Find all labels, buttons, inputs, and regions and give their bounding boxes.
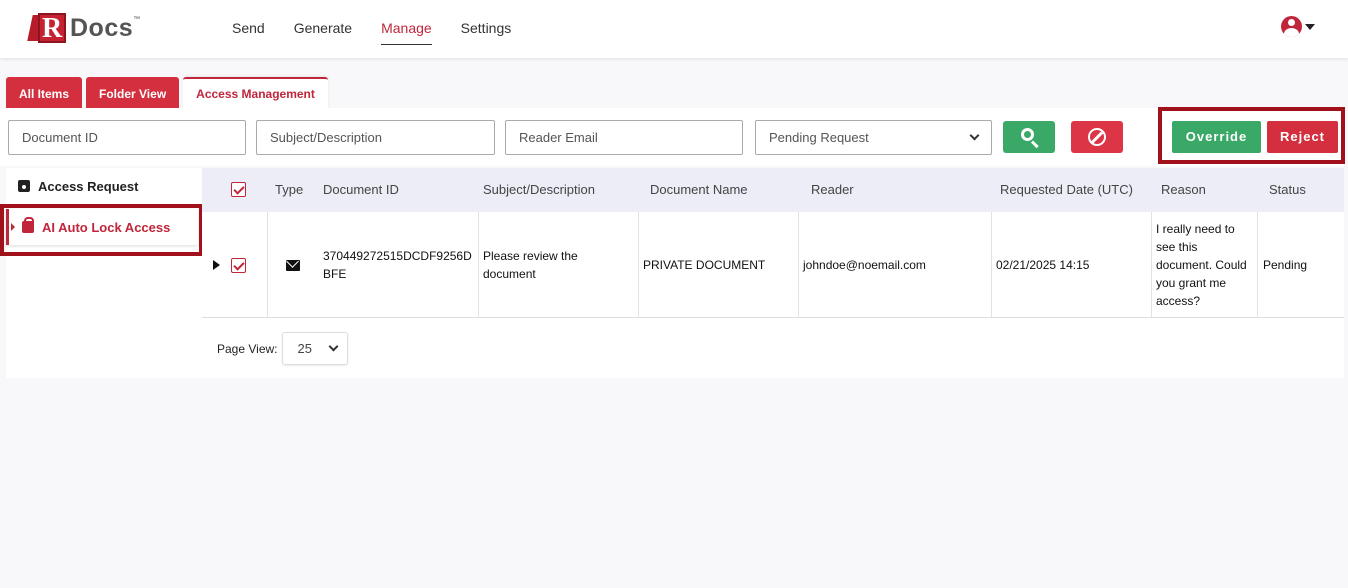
cell-reason: I really need to see this document. Coul… [1156,222,1247,308]
page-size-value: 25 [297,341,312,356]
override-button[interactable]: Override [1172,121,1261,153]
col-status[interactable]: Status [1269,168,1306,212]
logo-text: Docs [70,13,134,42]
col-type[interactable]: Type [275,168,303,212]
caret-down-icon [1305,23,1315,30]
cell-reader: johndoe@noemail.com [803,258,926,272]
reject-button[interactable]: Reject [1267,121,1338,153]
cell-subject: Please review the document [483,249,578,281]
row-checkbox[interactable] [231,212,246,318]
col-requested-date[interactable]: Requested Date (UTC) [1000,168,1133,212]
search-button[interactable] [1003,121,1055,153]
user-menu[interactable] [1281,16,1315,37]
row-expand-toggle[interactable] [213,212,220,318]
table-row[interactable]: 370449272515DCDF9256DBFE Please review t… [202,212,1344,318]
col-document-name[interactable]: Document Name [650,168,748,212]
subject-input[interactable] [256,120,495,155]
document-id-input[interactable] [8,120,246,155]
nav-send[interactable]: Send [232,0,265,58]
sidebar-item-access-request[interactable]: Access Request [6,168,198,204]
filter-bar: Pending Request [0,108,1344,166]
col-reason[interactable]: Reason [1161,168,1206,212]
view-tabs: All Items Folder View Access Management [6,77,328,109]
main-nav: Send Generate Manage Settings [232,0,511,58]
page-view-label: Page View: [217,341,278,356]
user-circle-icon [1281,16,1302,37]
tab-access-management[interactable]: Access Management [183,77,328,109]
status-select-value: Pending Request [769,130,869,145]
col-document-id[interactable]: Document ID [323,168,399,212]
nav-generate[interactable]: Generate [294,0,352,58]
table-header: Type Document ID Subject/Description Doc… [202,168,1344,212]
envelope-icon [286,212,300,318]
clear-filter-button[interactable] [1071,121,1123,153]
nav-manage[interactable]: Manage [381,0,432,58]
page-size-select[interactable]: 25 [281,332,348,365]
cell-requested-date: 02/21/2025 14:15 [996,258,1090,272]
caret-right-icon [213,260,220,270]
chevron-down-icon [969,130,980,141]
select-all-checkbox[interactable] [231,182,246,197]
col-subject[interactable]: Subject/Description [483,168,595,212]
cell-document-name: PRIVATE DOCUMENT [643,258,766,272]
nav-settings[interactable]: Settings [461,0,512,58]
cell-document-id: 370449272515DCDF9256DBFE [323,249,472,281]
sidebar-highlight [0,204,203,256]
logo-r-mark: R [27,12,68,44]
top-header: R Docs ™ Send Generate Manage Settings [0,0,1348,58]
reader-email-input[interactable] [505,120,743,155]
sidebar-item-label: Access Request [38,178,139,194]
lock-box-icon [18,180,30,192]
tab-all-items[interactable]: All Items [6,77,83,109]
access-sidebar: Access Request AI Auto Lock Access [6,168,202,378]
status-select[interactable]: Pending Request [755,120,992,155]
search-icon [1021,128,1034,141]
tab-folder-view[interactable]: Folder View [86,77,180,109]
access-table: Type Document ID Subject/Description Doc… [202,168,1344,378]
cell-status: Pending [1263,258,1308,272]
rdocs-logo[interactable]: R Docs ™ [27,12,141,44]
chevron-down-icon [328,341,338,352]
logo-trademark: ™ [133,16,141,23]
pagination: Page View: 25 [217,332,348,365]
col-reader[interactable]: Reader [811,168,854,212]
